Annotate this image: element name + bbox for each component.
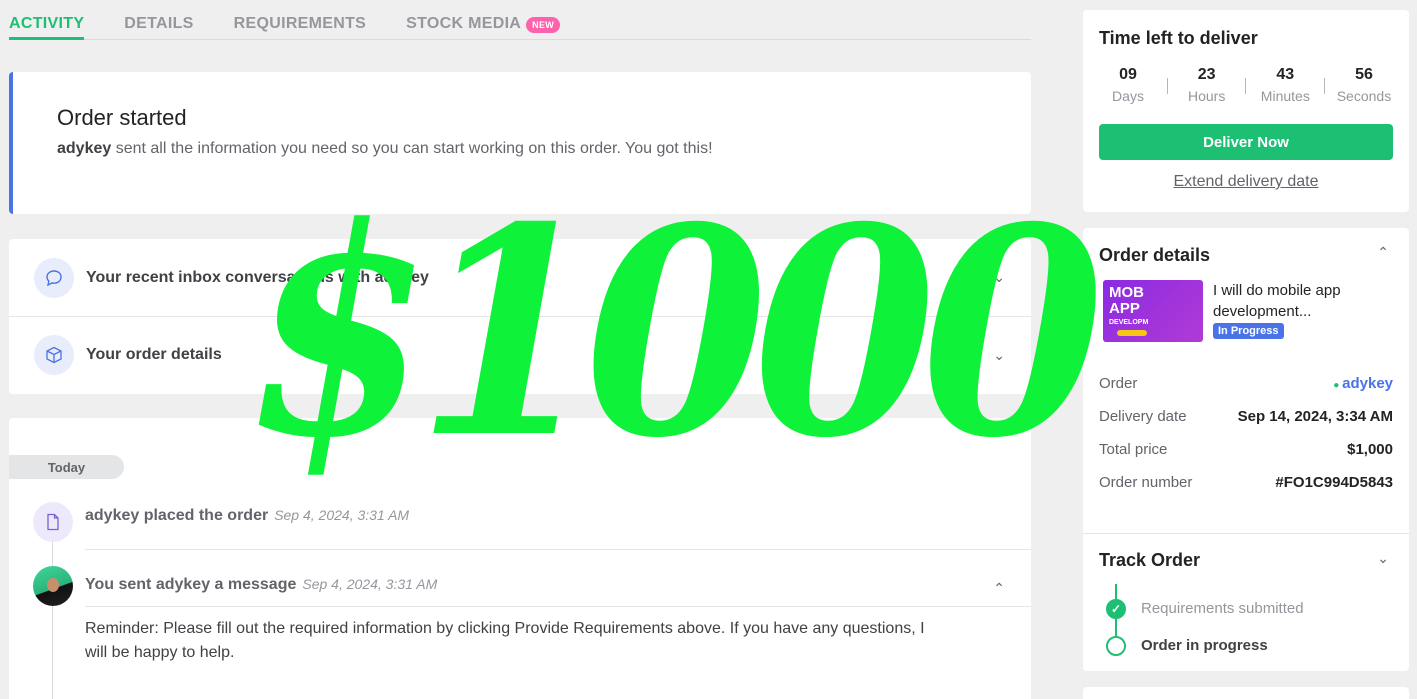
minutes-label: Minutes: [1260, 88, 1310, 104]
order-started-card: Order started adykey sent all the inform…: [9, 72, 1031, 214]
tab-stock-media-label: STOCK MEDIA: [406, 15, 522, 32]
detail-value: $1,000: [1347, 441, 1393, 458]
package-icon: [34, 335, 74, 375]
order-started-text: sent all the information you need so you…: [111, 140, 713, 157]
document-icon: [33, 502, 73, 542]
deliver-now-button[interactable]: Deliver Now: [1099, 124, 1393, 160]
timeline-line: [52, 533, 53, 699]
message-sent-text: You sent adykey a message: [85, 576, 297, 593]
hours-label: Hours: [1187, 88, 1226, 104]
countdown-days: 09 Days: [1099, 65, 1157, 115]
chevron-up-icon[interactable]: ⌃: [1377, 244, 1389, 261]
thumbnail-line-1: MOB: [1109, 284, 1144, 301]
divider: [1324, 78, 1326, 94]
next-card: [1083, 687, 1409, 699]
chevron-up-icon[interactable]: ⌃: [993, 580, 1005, 597]
thumbnail-line-3: DEVELOPM: [1109, 319, 1149, 326]
detail-row-order: Order adykey: [1099, 375, 1393, 392]
chevron-down-icon[interactable]: ⌄: [993, 347, 1005, 364]
order-placed-time: Sep 4, 2024, 3:31 AM: [274, 507, 410, 523]
step-requirements-submitted: Requirements submitted: [1141, 600, 1304, 617]
chevron-down-icon[interactable]: ⌄: [993, 269, 1005, 286]
buyer-name: adykey: [57, 140, 112, 157]
tab-requirements[interactable]: REQUIREMENTS: [234, 0, 367, 40]
countdown-seconds: 56 Seconds: [1335, 65, 1393, 115]
step-order-in-progress: Order in progress: [1141, 637, 1268, 654]
thumbnail-text: MOB APP: [1109, 285, 1144, 317]
order-tabs: ACTIVITY DETAILS REQUIREMENTS STOCK MEDI…: [9, 0, 1031, 40]
countdown-minutes: 43 Minutes: [1256, 65, 1314, 115]
detail-key: Delivery date: [1099, 408, 1187, 425]
gig-title[interactable]: I will do mobile app development...: [1213, 280, 1393, 322]
seconds-label: Seconds: [1336, 88, 1392, 104]
divider: [1245, 78, 1247, 94]
tab-activity-label: ACTIVITY: [9, 15, 85, 32]
detail-key: Order number: [1099, 474, 1193, 491]
minutes-value: 43: [1276, 66, 1295, 83]
order-started-message: adykey sent all the information you need…: [57, 140, 713, 158]
delivery-timer-card: Time left to deliver 09 Days 23 Hours 43 Mi…: [1083, 10, 1409, 212]
tab-requirements-label: REQUIREMENTS: [233, 15, 367, 32]
order-details-row[interactable]: Your order details ⌄: [9, 316, 1031, 393]
divider: [85, 549, 1031, 550]
days-value: 09: [1119, 66, 1137, 83]
inbox-conversations-label: Your recent inbox conversations with ady…: [86, 268, 429, 286]
days-label: Days: [1112, 88, 1144, 104]
chat-icon: [34, 257, 74, 298]
detail-key: Order: [1099, 375, 1138, 392]
divider: [1166, 78, 1168, 94]
new-badge: NEW: [526, 17, 561, 33]
detail-value: Sep 14, 2024, 3:34 AM: [1237, 408, 1393, 425]
gig-thumbnail[interactable]: MOB APP DEVELOPM: [1103, 280, 1203, 342]
order-details-title: Order details: [1099, 245, 1211, 265]
seconds-value: 56: [1355, 66, 1373, 83]
tab-activity[interactable]: ACTIVITY: [9, 0, 85, 40]
detail-value: #FO1C994D5843: [1275, 474, 1393, 491]
activity-timeline: Today adykey placed the order Sep 4, 2024…: [9, 418, 1031, 699]
delivery-timer-title: Time left to deliver: [1099, 28, 1258, 48]
buyer-link[interactable]: adykey: [1333, 375, 1393, 392]
countdown-hours: 23 Hours: [1178, 65, 1236, 115]
divider: [1083, 533, 1409, 534]
message-sent-event: You sent adykey a message Sep 4, 2024, 3:…: [85, 576, 437, 594]
order-accordion: Your recent inbox conversations with ady…: [9, 239, 1031, 394]
detail-row-order-number: Order number #FO1C994D5843: [1099, 474, 1393, 491]
message-body: Reminder: Please fill out the required i…: [85, 620, 925, 661]
message-sent-time: Sep 4, 2024, 3:31 AM: [302, 576, 438, 592]
detail-row-delivery-date: Delivery date Sep 14, 2024, 3:34 AM: [1099, 408, 1393, 425]
extend-delivery-link[interactable]: Extend delivery date: [1099, 173, 1393, 191]
hours-value: 23: [1197, 66, 1216, 83]
order-details-card: Order details ⌃ MOB APP DEVELOPM I will d…: [1083, 228, 1409, 671]
tab-details-label: DETAILS: [124, 15, 194, 32]
status-badge: In Progress: [1213, 323, 1284, 339]
order-started-title: Order started: [57, 105, 187, 130]
order-details-label: Your order details: [86, 346, 222, 363]
track-order-title: Track Order: [1099, 550, 1201, 570]
tab-details[interactable]: DETAILS: [124, 0, 193, 40]
countdown: 09 Days 23 Hours 43 Minutes 56 Seconds: [1099, 65, 1393, 115]
detail-key: Total price: [1099, 441, 1168, 458]
tab-stock-media[interactable]: STOCK MEDIA NEW: [406, 0, 561, 40]
detail-row-total-price: Total price $1,000: [1099, 441, 1393, 458]
thumbnail-cta: [1117, 330, 1147, 336]
order-placed-event: adykey placed the order Sep 4, 2024, 3:31…: [85, 507, 409, 525]
avatar: [33, 566, 73, 606]
date-divider: Today: [9, 455, 124, 479]
divider: [85, 606, 1031, 607]
thumbnail-line-2: APP: [1109, 300, 1140, 317]
inbox-conversations-row[interactable]: Your recent inbox conversations with ady…: [9, 239, 1031, 316]
circle-icon: [1106, 636, 1126, 656]
avatar-face: [47, 578, 59, 592]
chevron-down-icon[interactable]: ⌄: [1377, 550, 1389, 567]
check-icon: ✓: [1106, 599, 1126, 619]
order-placed-text: adykey placed the order: [85, 507, 269, 524]
